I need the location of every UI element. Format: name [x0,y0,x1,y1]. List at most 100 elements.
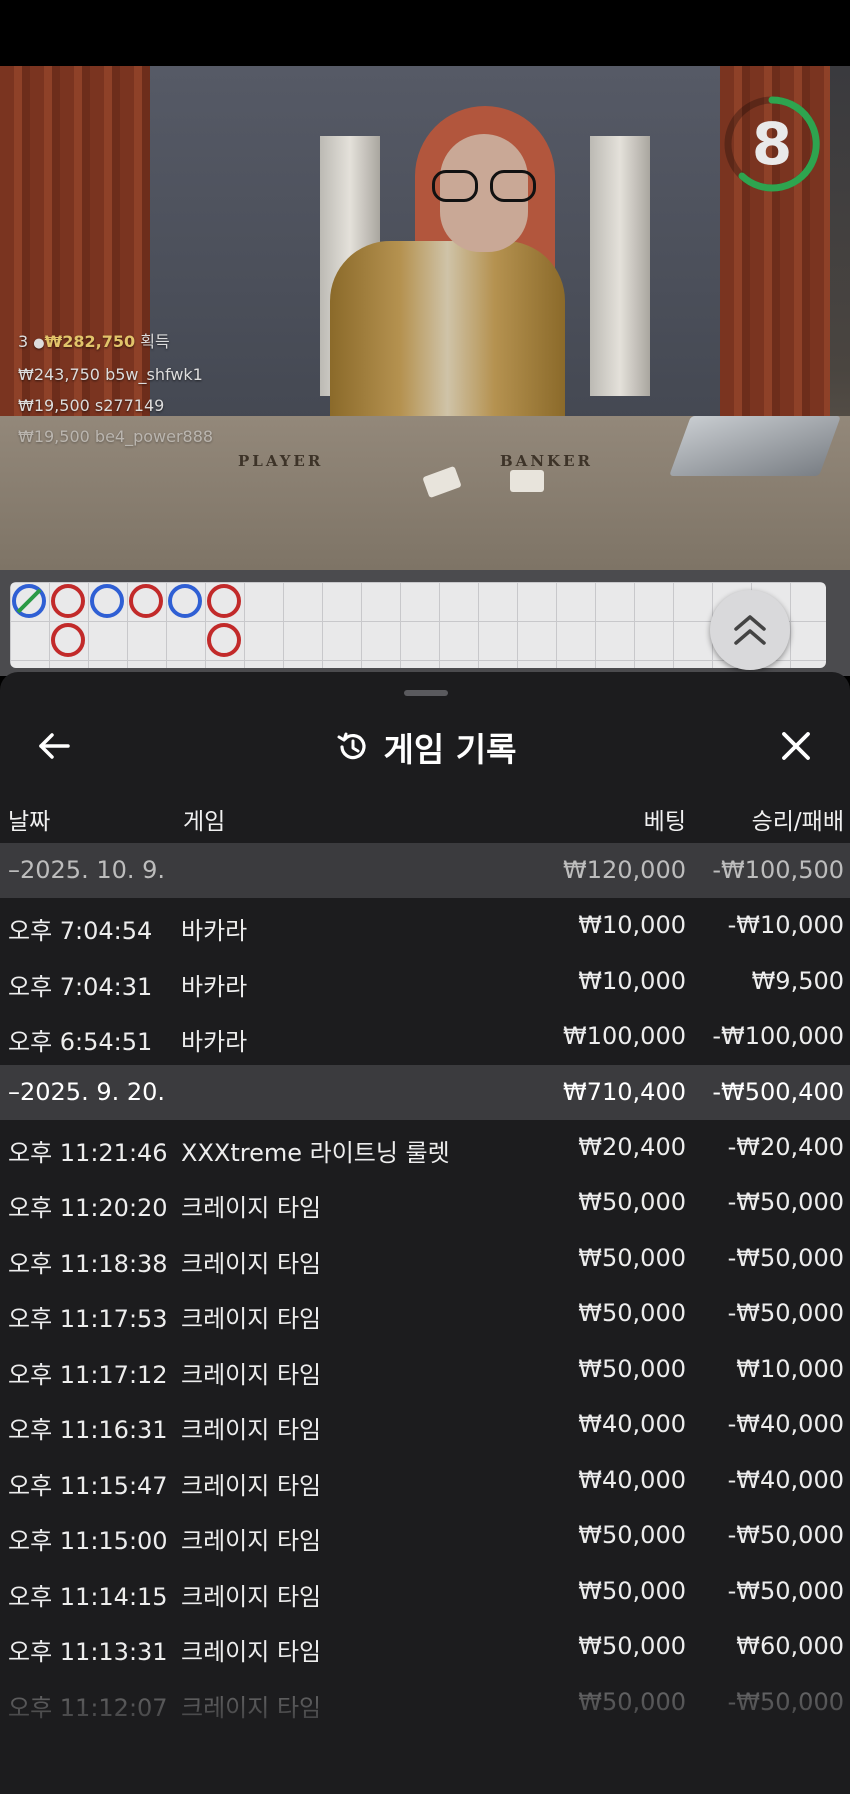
pillar-right [590,136,650,396]
list-fade [0,1684,850,1794]
winner-entry: ₩243,750 b5w_shfwk1 [18,359,213,390]
row-game: 크레이지 타임 [181,1416,322,1444]
row-result: -₩40,000 [727,1410,844,1438]
history-list: –2025. 10. 9. ₩120,000 -₩100,500 오후 7:04:54… [0,843,850,1730]
person-icon: ● [33,336,45,351]
expand-roadmap-button[interactable] [710,590,790,670]
sheet-title-group: 게임 기록 [0,712,850,782]
table-label-player: PLAYER [238,452,324,470]
sheet-header: 게임 기록 [0,712,850,782]
winner-amount: ₩19,500 [18,396,90,415]
winners-suffix: 획득 [140,332,170,351]
row-bet: ₩120,000 [563,856,686,884]
row-date: 오후 11:15:47 [8,1471,168,1500]
row-result: ₩10,000 [736,1354,844,1383]
row-bet: ₩20,400 [578,1132,686,1161]
row-result: -₩50,000 [727,1243,844,1272]
winners-total: ₩282,750 [44,332,136,351]
row-result: -₩50,000 [727,1299,844,1327]
row-bet: ₩100,000 [563,1022,686,1050]
history-row: 오후 7:04:54 바카라 ₩10,000 -₩10,000 [0,898,850,954]
close-icon [782,732,810,760]
dealer-glasses [432,170,536,204]
row-result: -₩500,400 [712,1077,844,1106]
winner-amount: ₩243,750 [18,365,100,384]
row-date: –2025. 10. 9. [8,856,166,884]
row-result: ₩60,000 [736,1632,844,1660]
back-button[interactable] [32,724,76,768]
row-date: 오후 11:15:00 [8,1527,168,1555]
row-date: 오후 11:17:12 [8,1360,168,1389]
row-bet: ₩50,000 [578,1576,686,1605]
row-date: 오후 7:04:54 [8,917,153,945]
winners-count: 3 [18,332,29,351]
bead-road[interactable] [10,582,826,668]
row-bet: ₩50,000 [578,1243,686,1272]
column-game: 게임 [183,809,226,835]
winner-entry: ₩19,500 s277149 [18,390,213,421]
blue-bead [12,584,46,618]
row-date: 오후 11:14:15 [8,1582,168,1611]
red-bead [51,623,85,657]
row-bet: ₩50,000 [578,1299,686,1327]
card-shoe [669,416,841,476]
row-bet: ₩40,000 [578,1465,686,1494]
row-date: 오후 11:21:46 [8,1138,168,1167]
row-bet: ₩40,000 [578,1410,686,1438]
blue-bead [90,584,124,618]
countdown-timer: 8 [722,94,822,194]
winner-user: s277149 [94,396,165,415]
row-result: -₩100,000 [712,1022,844,1050]
winners-list: 3 ●₩282,750 획득 ₩243,750 b5w_shfwk1 ₩19,5… [18,326,213,452]
history-row: 오후 11:20:20 크레이지 타임 ₩50,000 -₩50,000 [0,1175,850,1231]
row-result: -₩100,500 [712,856,844,884]
banker-card [510,470,544,492]
row-game: 크레이지 타임 [181,1582,322,1611]
row-game: 바카라 [181,917,248,945]
history-column-headers: 날짜 게임 베팅 승리/패배 [0,790,850,842]
history-row: 오후 6:54:51 바카라 ₩100,000 -₩100,000 [0,1009,850,1065]
date-group-row[interactable]: –2025. 10. 9. ₩120,000 -₩100,500 [0,843,850,898]
row-bet: ₩50,000 [578,1632,686,1660]
row-bet: ₩50,000 [578,1521,686,1549]
history-row: 오후 11:21:46 XXXtreme 라이트닝 룰렛 ₩20,400 -₩20,4… [0,1120,850,1176]
row-date: 오후 11:18:38 [8,1249,168,1278]
history-row: 오후 11:17:12 크레이지 타임 ₩50,000 ₩10,000 [0,1342,850,1398]
row-bet: ₩10,000 [578,911,686,939]
column-bet: 베팅 [643,809,686,835]
row-game: 크레이지 타임 [181,1360,322,1389]
row-result: -₩20,400 [727,1132,844,1161]
red-bead [207,623,241,657]
table-label-banker: BANKER [500,452,593,470]
column-date: 날짜 [8,809,51,835]
red-bead [129,584,163,618]
row-game: XXXtreme 라이트닝 룰렛 [181,1138,450,1167]
row-bet: ₩10,000 [578,966,686,995]
row-game: 크레이지 타임 [181,1527,322,1555]
row-game: 크레이지 타임 [181,1638,322,1666]
history-row: 오후 11:15:47 크레이지 타임 ₩40,000 -₩40,000 [0,1453,850,1509]
winner-user: be4_power888 [94,427,214,446]
row-result: -₩40,000 [727,1465,844,1494]
sheet-drag-handle[interactable] [404,690,448,696]
row-date: 오후 11:20:20 [8,1194,168,1222]
top-status-area [0,0,850,66]
row-bet: ₩710,400 [563,1077,686,1106]
close-button[interactable] [774,724,818,768]
live-video[interactable]: PLAYER BANKER 8 3 ●₩282,750 획득 ₩243,750 … [0,66,850,570]
row-game: 크레이지 타임 [181,1305,322,1333]
row-result: -₩50,000 [727,1188,844,1216]
row-game: 크레이지 타임 [181,1471,322,1500]
row-date: 오후 6:54:51 [8,1028,153,1056]
date-group-row[interactable]: –2025. 9. 20. ₩710,400 -₩500,400 [0,1064,850,1120]
winner-user: b5w_shfwk1 [105,365,203,384]
row-game: 바카라 [181,972,248,1001]
history-row: 오후 11:17:53 크레이지 타임 ₩50,000 -₩50,000 [0,1286,850,1342]
row-bet: ₩50,000 [578,1188,686,1216]
row-date: 오후 11:13:31 [8,1638,168,1666]
row-result: -₩10,000 [727,911,844,939]
row-bet: ₩50,000 [578,1354,686,1383]
history-row: 오후 11:13:31 크레이지 타임 ₩50,000 ₩60,000 [0,1619,850,1675]
history-row: 오후 11:14:15 크레이지 타임 ₩50,000 -₩50,000 [0,1564,850,1620]
row-game: 바카라 [181,1028,248,1056]
